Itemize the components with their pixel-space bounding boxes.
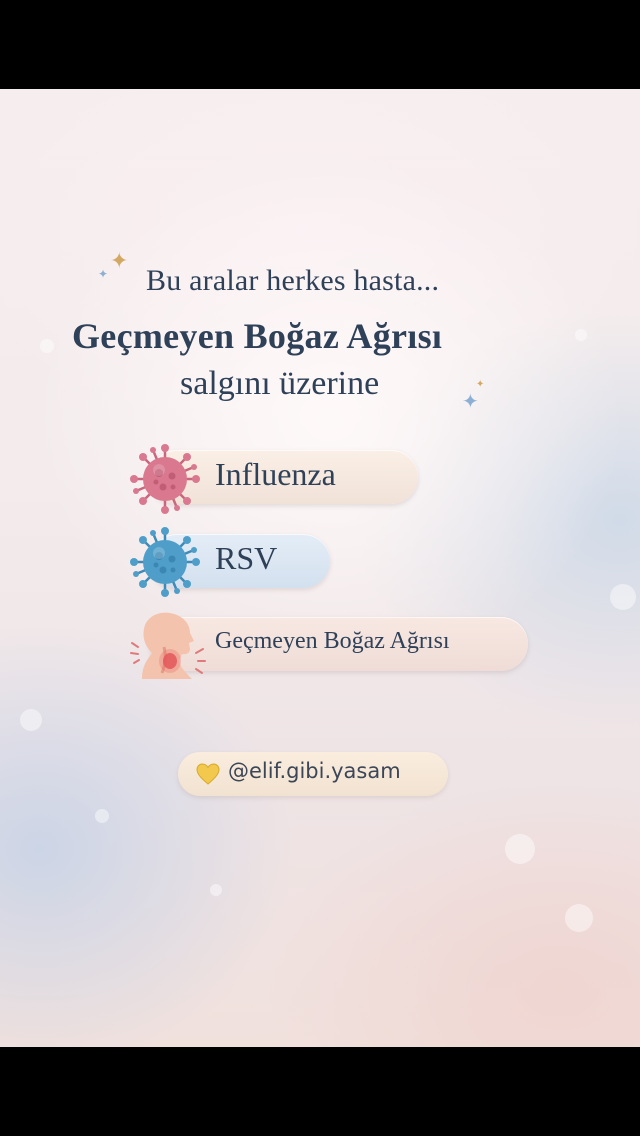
bokeh-dot bbox=[565, 904, 593, 932]
list-item-label: Influenza bbox=[215, 456, 336, 492]
bokeh-dot bbox=[505, 834, 535, 864]
bokeh-dot bbox=[95, 809, 109, 823]
bokeh-dot bbox=[20, 709, 42, 731]
bokeh-dot bbox=[610, 584, 636, 610]
sparkle-icon: ✦ bbox=[110, 249, 129, 274]
bokeh-dot bbox=[40, 339, 54, 353]
title-line: Geçmeyen Boğaz Ağrısı bbox=[72, 316, 443, 356]
bokeh-dot bbox=[210, 884, 222, 896]
handle-text: @elif.gibi.yasam bbox=[228, 759, 401, 783]
story-frame: ✦ ✦ ✦ ✦ Bu aralar herkes hasta... Geçmey… bbox=[0, 89, 640, 1047]
list-item-label: Geçmeyen Boğaz Ağrısı bbox=[215, 628, 450, 654]
blue-virus-icon bbox=[130, 527, 200, 597]
yellow-heart-icon bbox=[196, 763, 220, 785]
pink-virus-icon bbox=[130, 444, 200, 514]
subtitle-line: salgını üzerine bbox=[180, 365, 380, 402]
sore-throat-icon bbox=[130, 612, 206, 679]
list-item-label: RSV bbox=[215, 540, 278, 576]
sparkle-icon: ✦ bbox=[98, 267, 109, 281]
intro-line: Bu aralar herkes hasta... bbox=[146, 264, 440, 297]
